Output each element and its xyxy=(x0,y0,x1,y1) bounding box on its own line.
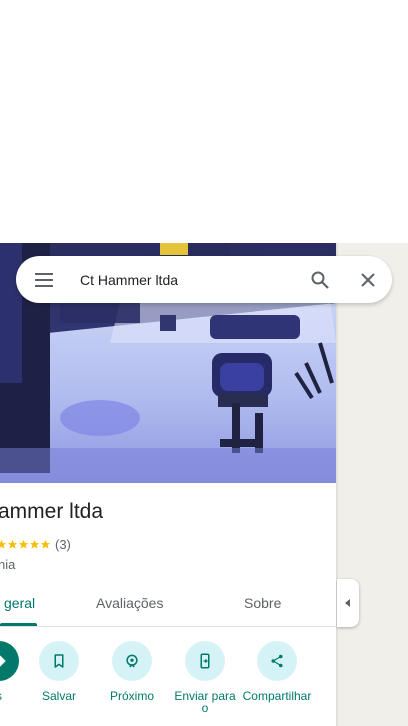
share-button[interactable]: Compartilhar xyxy=(242,641,312,703)
nearby-button[interactable]: Próximo xyxy=(99,641,165,702)
tab-reviews[interactable]: Avaliações xyxy=(96,595,163,611)
send-to-phone-button[interactable]: Enviar para o xyxy=(172,641,238,714)
collapse-panel-button[interactable] xyxy=(337,579,359,627)
clear-search-button[interactable] xyxy=(344,256,392,303)
directions-circle xyxy=(0,641,19,681)
send-to-phone-label: Enviar para o xyxy=(174,689,236,715)
place-panel: ammer ltda (3) nia geral Avaliações Sobr… xyxy=(0,243,336,726)
menu-button[interactable] xyxy=(16,256,72,303)
rating-row[interactable]: (3) xyxy=(0,537,71,552)
save-label: Salvar xyxy=(41,689,76,703)
share-label: Compartilhar xyxy=(242,689,312,703)
nearby-circle xyxy=(112,641,152,681)
send-to-phone-circle xyxy=(185,641,225,681)
search-button[interactable] xyxy=(296,256,344,303)
save-circle xyxy=(39,641,79,681)
place-category[interactable]: nia xyxy=(0,557,15,572)
caret-left-icon xyxy=(345,599,350,607)
nearby-icon xyxy=(126,654,138,668)
search-bar: Ct Hammer ltda xyxy=(16,256,392,303)
place-title: ammer ltda xyxy=(0,500,104,523)
place-tabs: geral Avaliações Sobre xyxy=(0,583,336,627)
bookmark-icon xyxy=(54,654,64,668)
tab-overview[interactable]: geral xyxy=(4,595,35,611)
star-icon xyxy=(29,539,40,549)
directions-icon xyxy=(0,655,6,667)
nearby-label: Próximo xyxy=(109,689,154,703)
share-icon xyxy=(271,654,283,668)
tab-about[interactable]: Sobre xyxy=(244,595,281,611)
save-button[interactable]: Salvar xyxy=(26,641,92,702)
search-icon xyxy=(311,271,329,289)
star-icon xyxy=(40,539,51,549)
active-tab-indicator xyxy=(0,623,37,626)
map-area[interactable] xyxy=(336,243,408,726)
share-circle xyxy=(257,641,297,681)
review-count[interactable]: (3) xyxy=(55,537,71,552)
star-rating xyxy=(0,539,51,550)
send-to-phone-icon xyxy=(200,653,210,669)
star-icon xyxy=(7,539,18,549)
star-icon xyxy=(18,539,29,549)
close-icon xyxy=(361,272,375,287)
star-icon xyxy=(0,539,7,549)
search-input[interactable]: Ct Hammer ltda xyxy=(72,272,296,288)
maps-app: ammer ltda (3) nia geral Avaliações Sobr… xyxy=(0,0,408,726)
menu-icon xyxy=(35,272,53,287)
